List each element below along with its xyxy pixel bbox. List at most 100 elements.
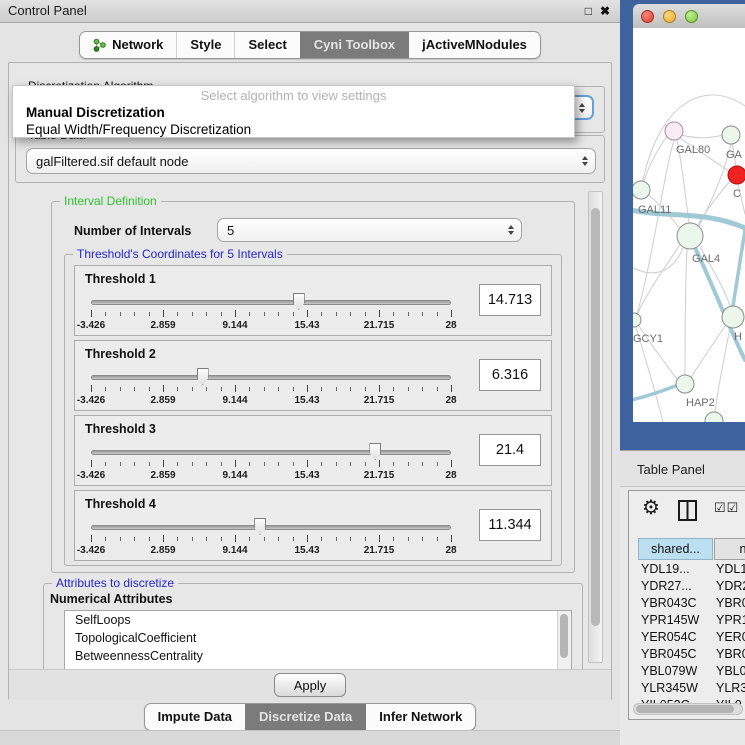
table-data-combobox[interactable]: galFiltered.sif default node — [26, 148, 596, 174]
network-node-partial-bottom-node[interactable] — [705, 412, 723, 422]
scale-label: 9.144 — [222, 320, 247, 331]
network-edge — [685, 249, 687, 375]
network-node-gal4-node[interactable] — [677, 223, 703, 249]
interval-definition-section: Interval Definition Number of Intervals … — [51, 201, 575, 573]
node-label: GA — [726, 149, 743, 161]
table-row[interactable]: YBR043CYBR0 — [639, 595, 745, 612]
tab-style[interactable]: Style — [176, 32, 234, 58]
column-header-shared-name[interactable]: shared... — [638, 538, 713, 560]
slider-track[interactable] — [91, 450, 451, 455]
table-row[interactable]: YPR145WYPR1 — [639, 612, 745, 629]
close-icon[interactable]: ✖ — [600, 0, 610, 22]
node-label: GAL11 — [638, 204, 671, 216]
dropdown-hint: Select algorithm to view settings — [13, 88, 574, 104]
numerical-attributes-list[interactable]: SelfLoopsTopologicalCoefficientBetweenne… — [64, 610, 572, 669]
network-edge — [733, 230, 745, 306]
cell-name: YBL0 — [716, 663, 745, 680]
checkbox-icons[interactable]: ☑☑ — [714, 500, 739, 516]
scale-label: 28 — [445, 545, 456, 556]
threshold-label: Threshold 1 — [85, 272, 156, 286]
threshold-slider: -3.4262.8599.14415.4321.71528 — [91, 444, 451, 483]
slider-track[interactable] — [91, 525, 451, 530]
tab-jactivemnodules[interactable]: jActiveMNodules — [408, 32, 540, 58]
scale-label: 2.859 — [150, 395, 175, 406]
dropdown-option-manual[interactable]: Manual Discretization — [13, 104, 574, 121]
screenshot-root: Control Panel □ ✖ Network Style SelectCyni… — [0, 0, 745, 745]
cell-name: YPR1 — [716, 612, 745, 629]
checkbox-icon[interactable]: ☑ — [714, 500, 727, 515]
slider-handle[interactable] — [197, 368, 209, 385]
threshold-row: Threshold 1-3.4262.8599.14415.4321.71528… — [74, 265, 552, 336]
slider-handle[interactable] — [369, 443, 381, 460]
network-node-gal80-node[interactable] — [665, 122, 683, 140]
attribute-item[interactable]: TopologicalCoefficient — [65, 629, 571, 647]
column-header-name[interactable]: n — [714, 538, 745, 560]
slider-track[interactable] — [91, 300, 451, 305]
table-row[interactable]: YLR345WYLR3 — [639, 680, 745, 697]
network-node-clipped-right-top[interactable] — [722, 126, 740, 144]
scale-label: 15.43 — [294, 545, 319, 556]
list-scrollbar[interactable] — [557, 611, 571, 669]
tab-discretize-data[interactable]: Discretize Data — [245, 704, 365, 730]
apply-button[interactable]: Apply — [274, 673, 346, 697]
tab-label: Style — [190, 32, 221, 58]
slider-handle[interactable] — [293, 293, 305, 310]
mac-zoom-button[interactable] — [685, 10, 698, 23]
split-columns-icon[interactable] — [678, 500, 697, 521]
cell-name: YBR0 — [716, 595, 745, 612]
network-node-h-node[interactable] — [722, 306, 744, 328]
scale-label: 9.144 — [222, 545, 247, 556]
dropdown-option-equal-width[interactable]: Equal Width/Frequency Discretization — [13, 121, 574, 138]
network-window-titlebar — [633, 4, 745, 28]
tab-network[interactable]: Network — [80, 32, 176, 58]
slider-ticks — [91, 535, 451, 544]
threshold-value-field[interactable]: 11.344 — [479, 509, 541, 541]
scrollbar-thumb[interactable] — [591, 208, 600, 626]
network-node-gcy1-node[interactable] — [633, 313, 641, 327]
mac-close-button[interactable] — [641, 10, 654, 23]
tab-select[interactable]: Select — [234, 32, 299, 58]
tab-impute-data[interactable]: Impute Data — [145, 704, 245, 730]
spinner-arrows-icon — [582, 156, 588, 166]
threshold-label: Threshold 2 — [85, 347, 156, 361]
network-canvas[interactable]: GAL80GACGAL11GAL4GCY1HHAP2 — [633, 28, 745, 422]
threshold-value-field[interactable]: 6.316 — [479, 359, 541, 391]
network-node-hap2-node[interactable] — [676, 375, 694, 393]
cell-shared-name: YPR145W — [639, 612, 716, 629]
checkbox-icon[interactable]: ☑ — [727, 500, 740, 515]
table-row[interactable]: YDR27...YDR2 — [639, 578, 745, 595]
tab-infer-network[interactable]: Infer Network — [365, 704, 475, 730]
cell-name: YBR0 — [716, 646, 745, 663]
scale-label: 21.715 — [364, 545, 395, 556]
gear-icon[interactable]: ⚙ — [642, 496, 660, 520]
settings-scrollbar[interactable] — [588, 191, 603, 663]
threshold-value-field[interactable]: 14.713 — [479, 284, 541, 316]
spinner-arrows-icon — [579, 103, 585, 113]
slider-ticks — [91, 310, 451, 319]
float-window-icon[interactable]: □ — [585, 0, 592, 22]
table-row[interactable]: YBR045CYBR0 — [639, 646, 745, 663]
slider-track[interactable] — [91, 375, 451, 380]
tab-cyni-toolbox[interactable]: Cyni Toolbox — [300, 32, 408, 58]
thresholds-section: Threshold's Coordinates for 5 Intervals … — [64, 254, 562, 566]
slider-scale-labels: -3.4262.8599.14415.4321.71528 — [91, 395, 451, 407]
cell-shared-name: YBL079W — [639, 663, 716, 680]
network-node-gal11-node[interactable] — [633, 181, 650, 199]
scrollbar-thumb[interactable] — [636, 705, 734, 713]
network-node-selected-red-node[interactable] — [728, 166, 745, 184]
num-intervals-combobox[interactable]: 5 — [217, 218, 522, 242]
table-h-scrollbar[interactable] — [633, 703, 743, 715]
control-panel-titlebar: Control Panel □ ✖ — [0, 0, 620, 23]
threshold-value-field[interactable]: 21.4 — [479, 434, 541, 466]
attribute-item[interactable]: BetweennessCentrality — [65, 647, 571, 665]
table-row[interactable]: YBL079WYBL0 — [639, 663, 745, 680]
mac-minimize-button[interactable] — [663, 10, 676, 23]
attribute-item[interactable]: SelfLoops — [65, 611, 571, 629]
table-row[interactable]: YDL19...YDL1 — [639, 561, 745, 578]
slider-handle[interactable] — [254, 518, 266, 535]
threshold-row: Threshold 3-3.4262.8599.14415.4321.71528… — [74, 415, 552, 486]
network-icon — [93, 38, 106, 52]
cell-name: YDL1 — [716, 561, 745, 578]
scrollbar-thumb[interactable] — [560, 614, 568, 658]
table-row[interactable]: YER054CYER0 — [639, 629, 745, 646]
